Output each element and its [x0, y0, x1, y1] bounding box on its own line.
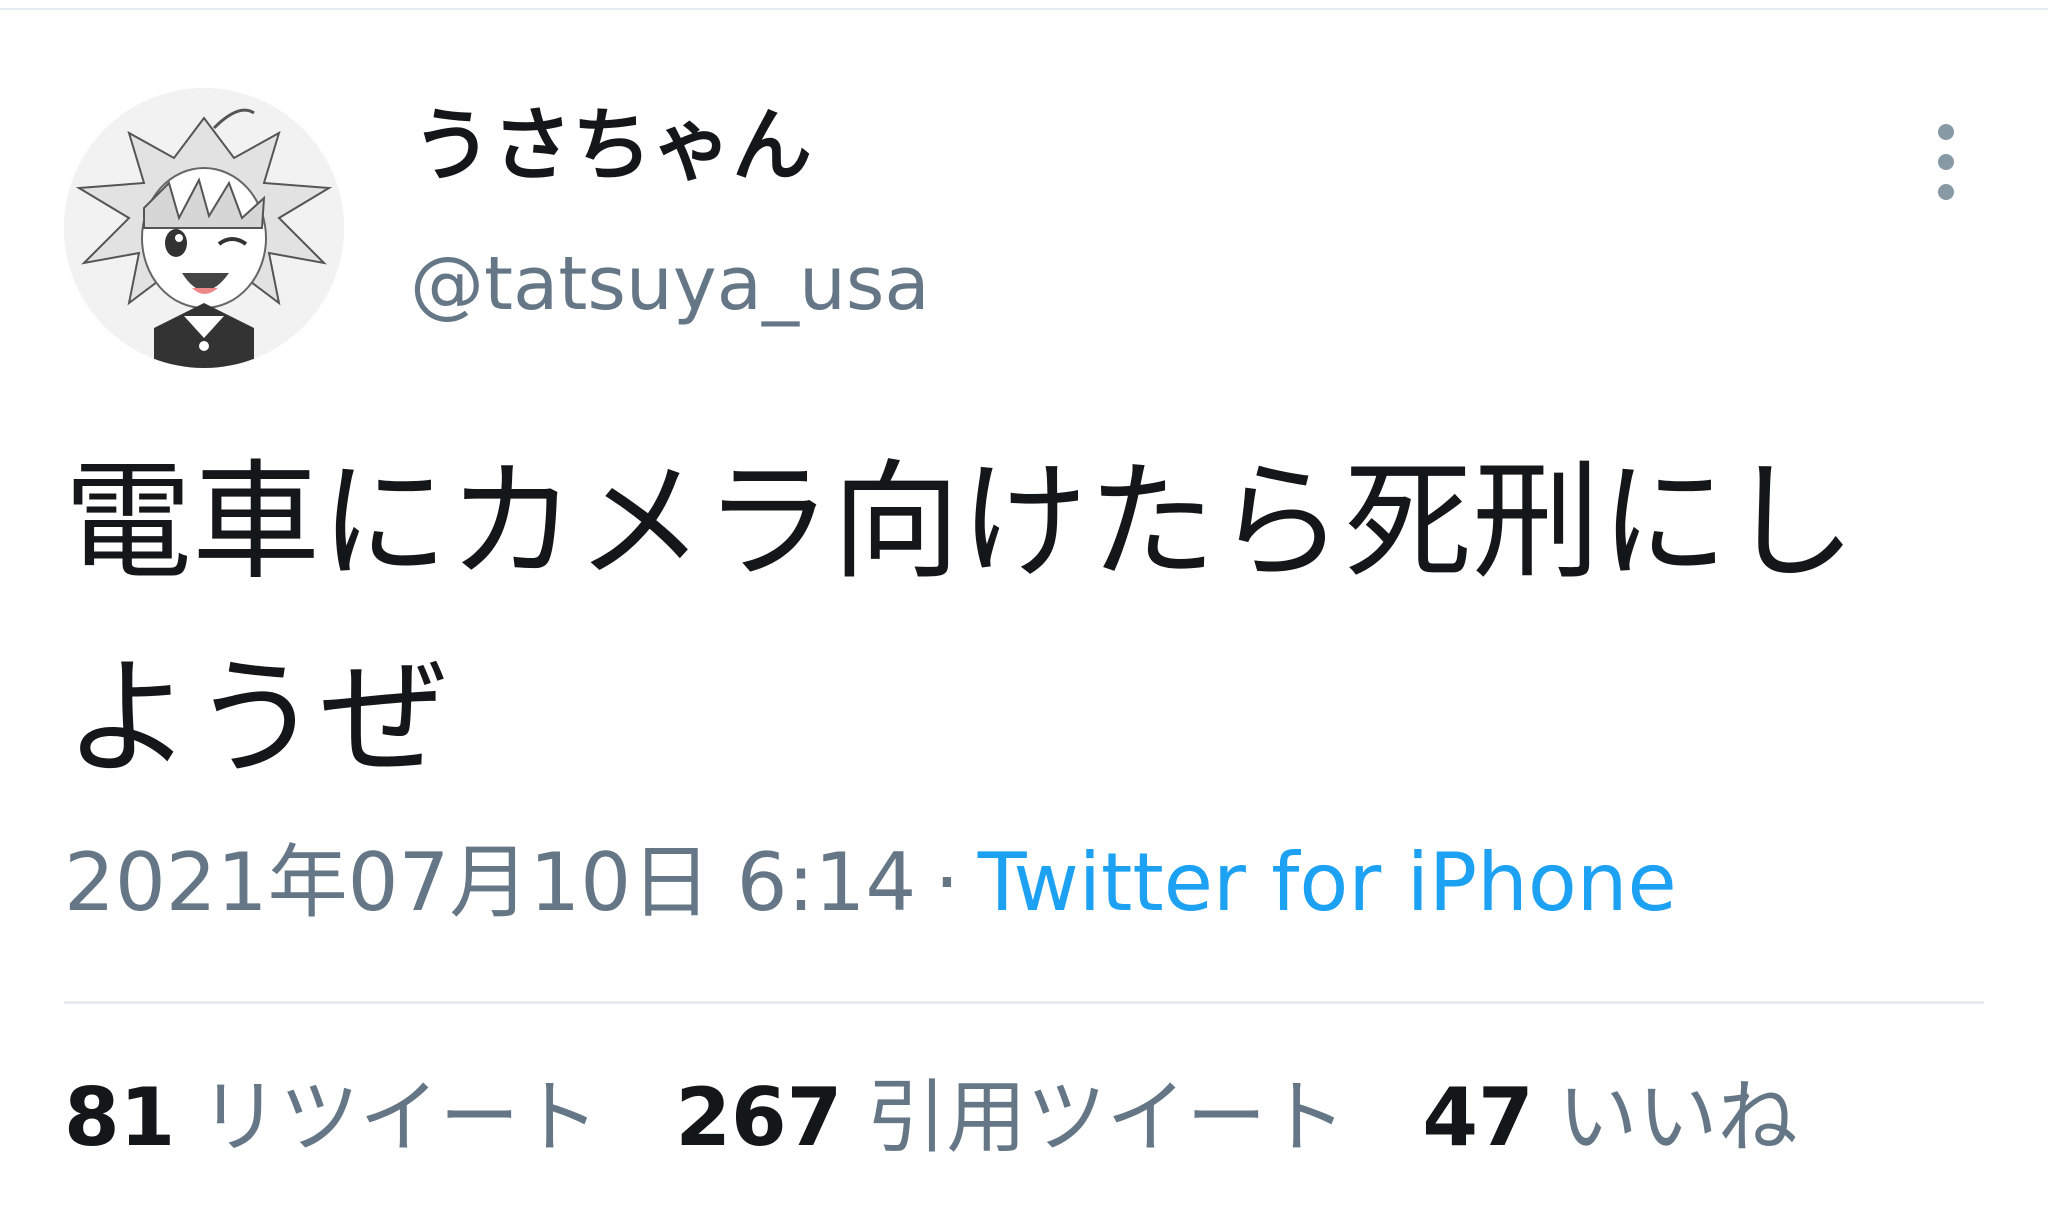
stats-divider — [64, 1001, 1984, 1004]
meta-separator: · — [934, 836, 960, 929]
likes-stat[interactable]: 47 いいね — [1422, 1070, 1797, 1166]
user-handle[interactable]: @tatsuya_usa — [410, 240, 930, 329]
more-vertical-icon — [1938, 124, 1954, 140]
more-vertical-icon-dot — [1938, 184, 1954, 200]
likes-count: 47 — [1422, 1071, 1534, 1164]
retweets-stat[interactable]: 81 リツイート — [64, 1070, 599, 1166]
more-options-button[interactable] — [1916, 112, 1976, 212]
quote-tweets-stat[interactable]: 267 引用ツイート — [675, 1070, 1346, 1166]
avatar[interactable] — [64, 88, 344, 368]
display-name[interactable]: うさちゃん — [412, 98, 812, 194]
quote-tweets-label: 引用ツイート — [866, 1071, 1347, 1164]
avatar-illustration — [64, 88, 344, 368]
retweets-count: 81 — [64, 1071, 176, 1164]
more-vertical-icon-dot — [1938, 154, 1954, 170]
tweet-timestamp[interactable]: 2021年07月10日 6:14 — [64, 836, 916, 929]
top-divider — [0, 8, 2048, 10]
tweet-meta: 2021年07月10日 6:14 · Twitter for iPhone — [64, 835, 1677, 931]
retweets-label: リツイート — [199, 1071, 600, 1164]
tweet-stats: 81 リツイート 267 引用ツイート 47 いいね — [64, 1070, 1874, 1166]
tweet-text: 電車にカメラ向けたら死刑にしようぜ — [64, 448, 1857, 793]
likes-label: いいね — [1557, 1071, 1798, 1164]
quote-tweets-count: 267 — [675, 1071, 843, 1164]
tweet-source-link[interactable]: Twitter for iPhone — [978, 836, 1677, 929]
